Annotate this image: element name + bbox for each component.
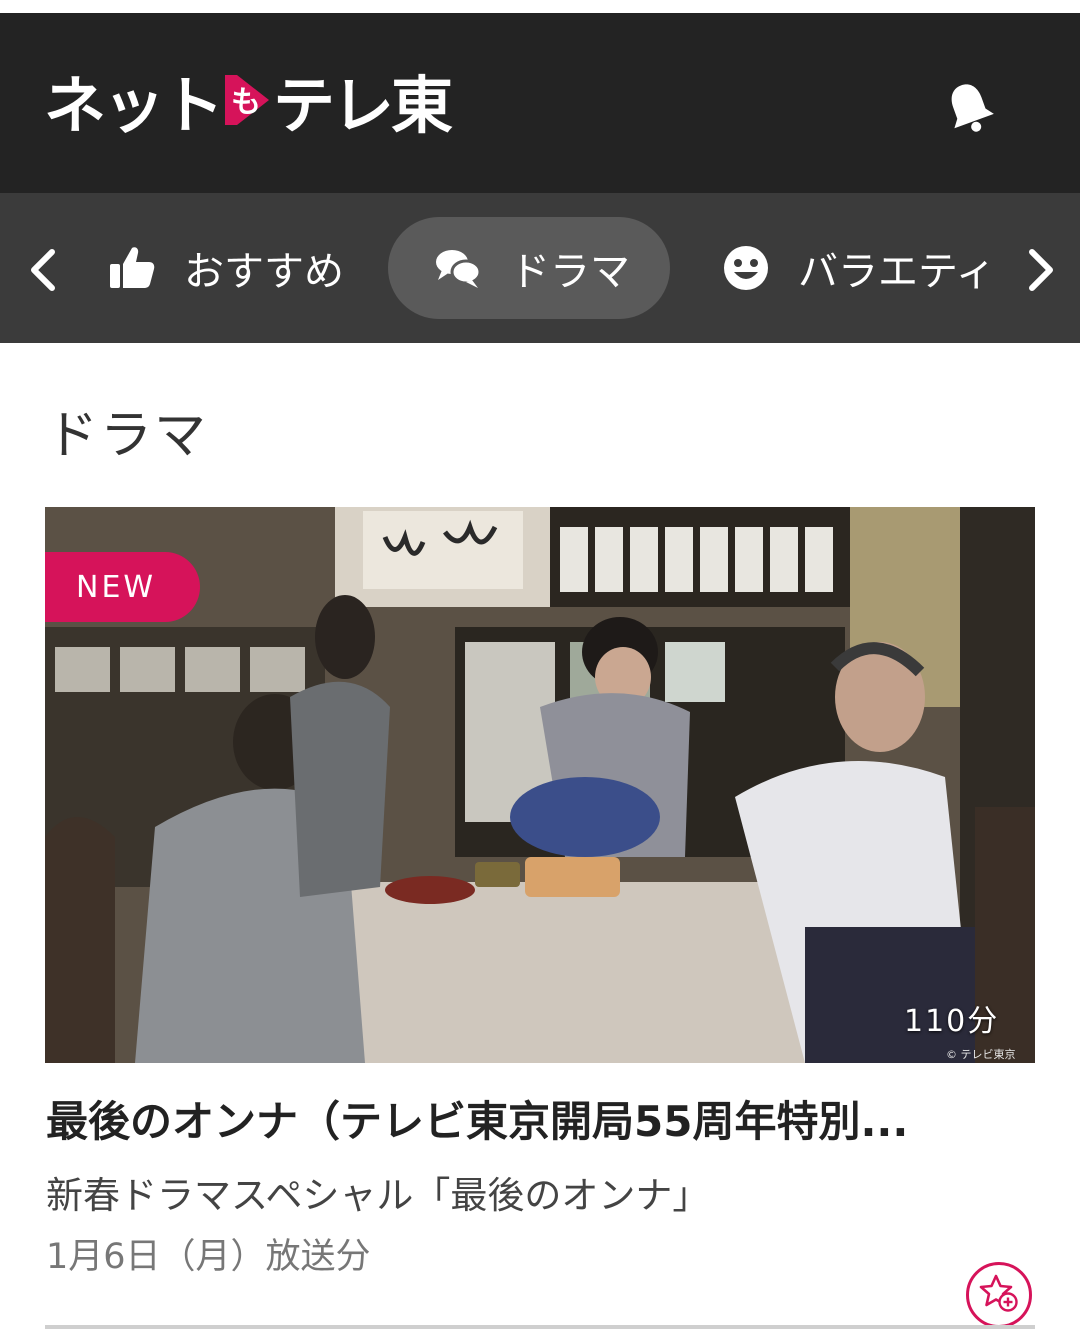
tab-label: バラエティ xyxy=(798,249,996,295)
chat-bubbles-icon xyxy=(434,244,482,292)
chevron-left-icon[interactable] xyxy=(26,248,62,292)
tab-variety[interactable]: バラエティ xyxy=(722,217,996,319)
logo-mark-text: も xyxy=(231,85,262,120)
tab-label: おすすめ xyxy=(184,249,344,295)
tab-drama[interactable]: ドラマ xyxy=(388,217,670,319)
section-title: ドラマ xyxy=(46,406,209,466)
divider xyxy=(45,1325,1035,1329)
thumbs-up-icon xyxy=(108,244,156,292)
logo-play-mark: も xyxy=(225,71,270,129)
program-subtitle: 新春ドラマスペシャル「最後のオンナ」 xyxy=(46,1174,710,1217)
star-add-icon xyxy=(979,1273,1019,1317)
logo-text-teletou: テレ東 xyxy=(273,69,453,142)
broadcast-date: 1月6日（月）放送分 xyxy=(46,1237,371,1277)
duration-label: 110分 xyxy=(904,1004,1000,1039)
chevron-right-icon[interactable] xyxy=(1022,248,1058,292)
new-badge: NEW xyxy=(45,552,200,622)
copyright-label: © テレビ東京 xyxy=(946,1048,1016,1061)
status-strip xyxy=(0,0,1080,13)
app-logo[interactable]: ネット も テレ東 xyxy=(44,60,453,142)
program-title[interactable]: 最後のオンナ（テレビ東京開局55周年特別... xyxy=(46,1088,1026,1149)
smiley-icon xyxy=(722,244,770,292)
tab-label: ドラマ xyxy=(510,249,630,295)
add-favorite-button[interactable] xyxy=(966,1262,1032,1328)
tab-recommended[interactable]: おすすめ xyxy=(108,217,344,319)
logo-text-net: ネット xyxy=(44,69,224,142)
bell-icon[interactable] xyxy=(940,78,998,136)
